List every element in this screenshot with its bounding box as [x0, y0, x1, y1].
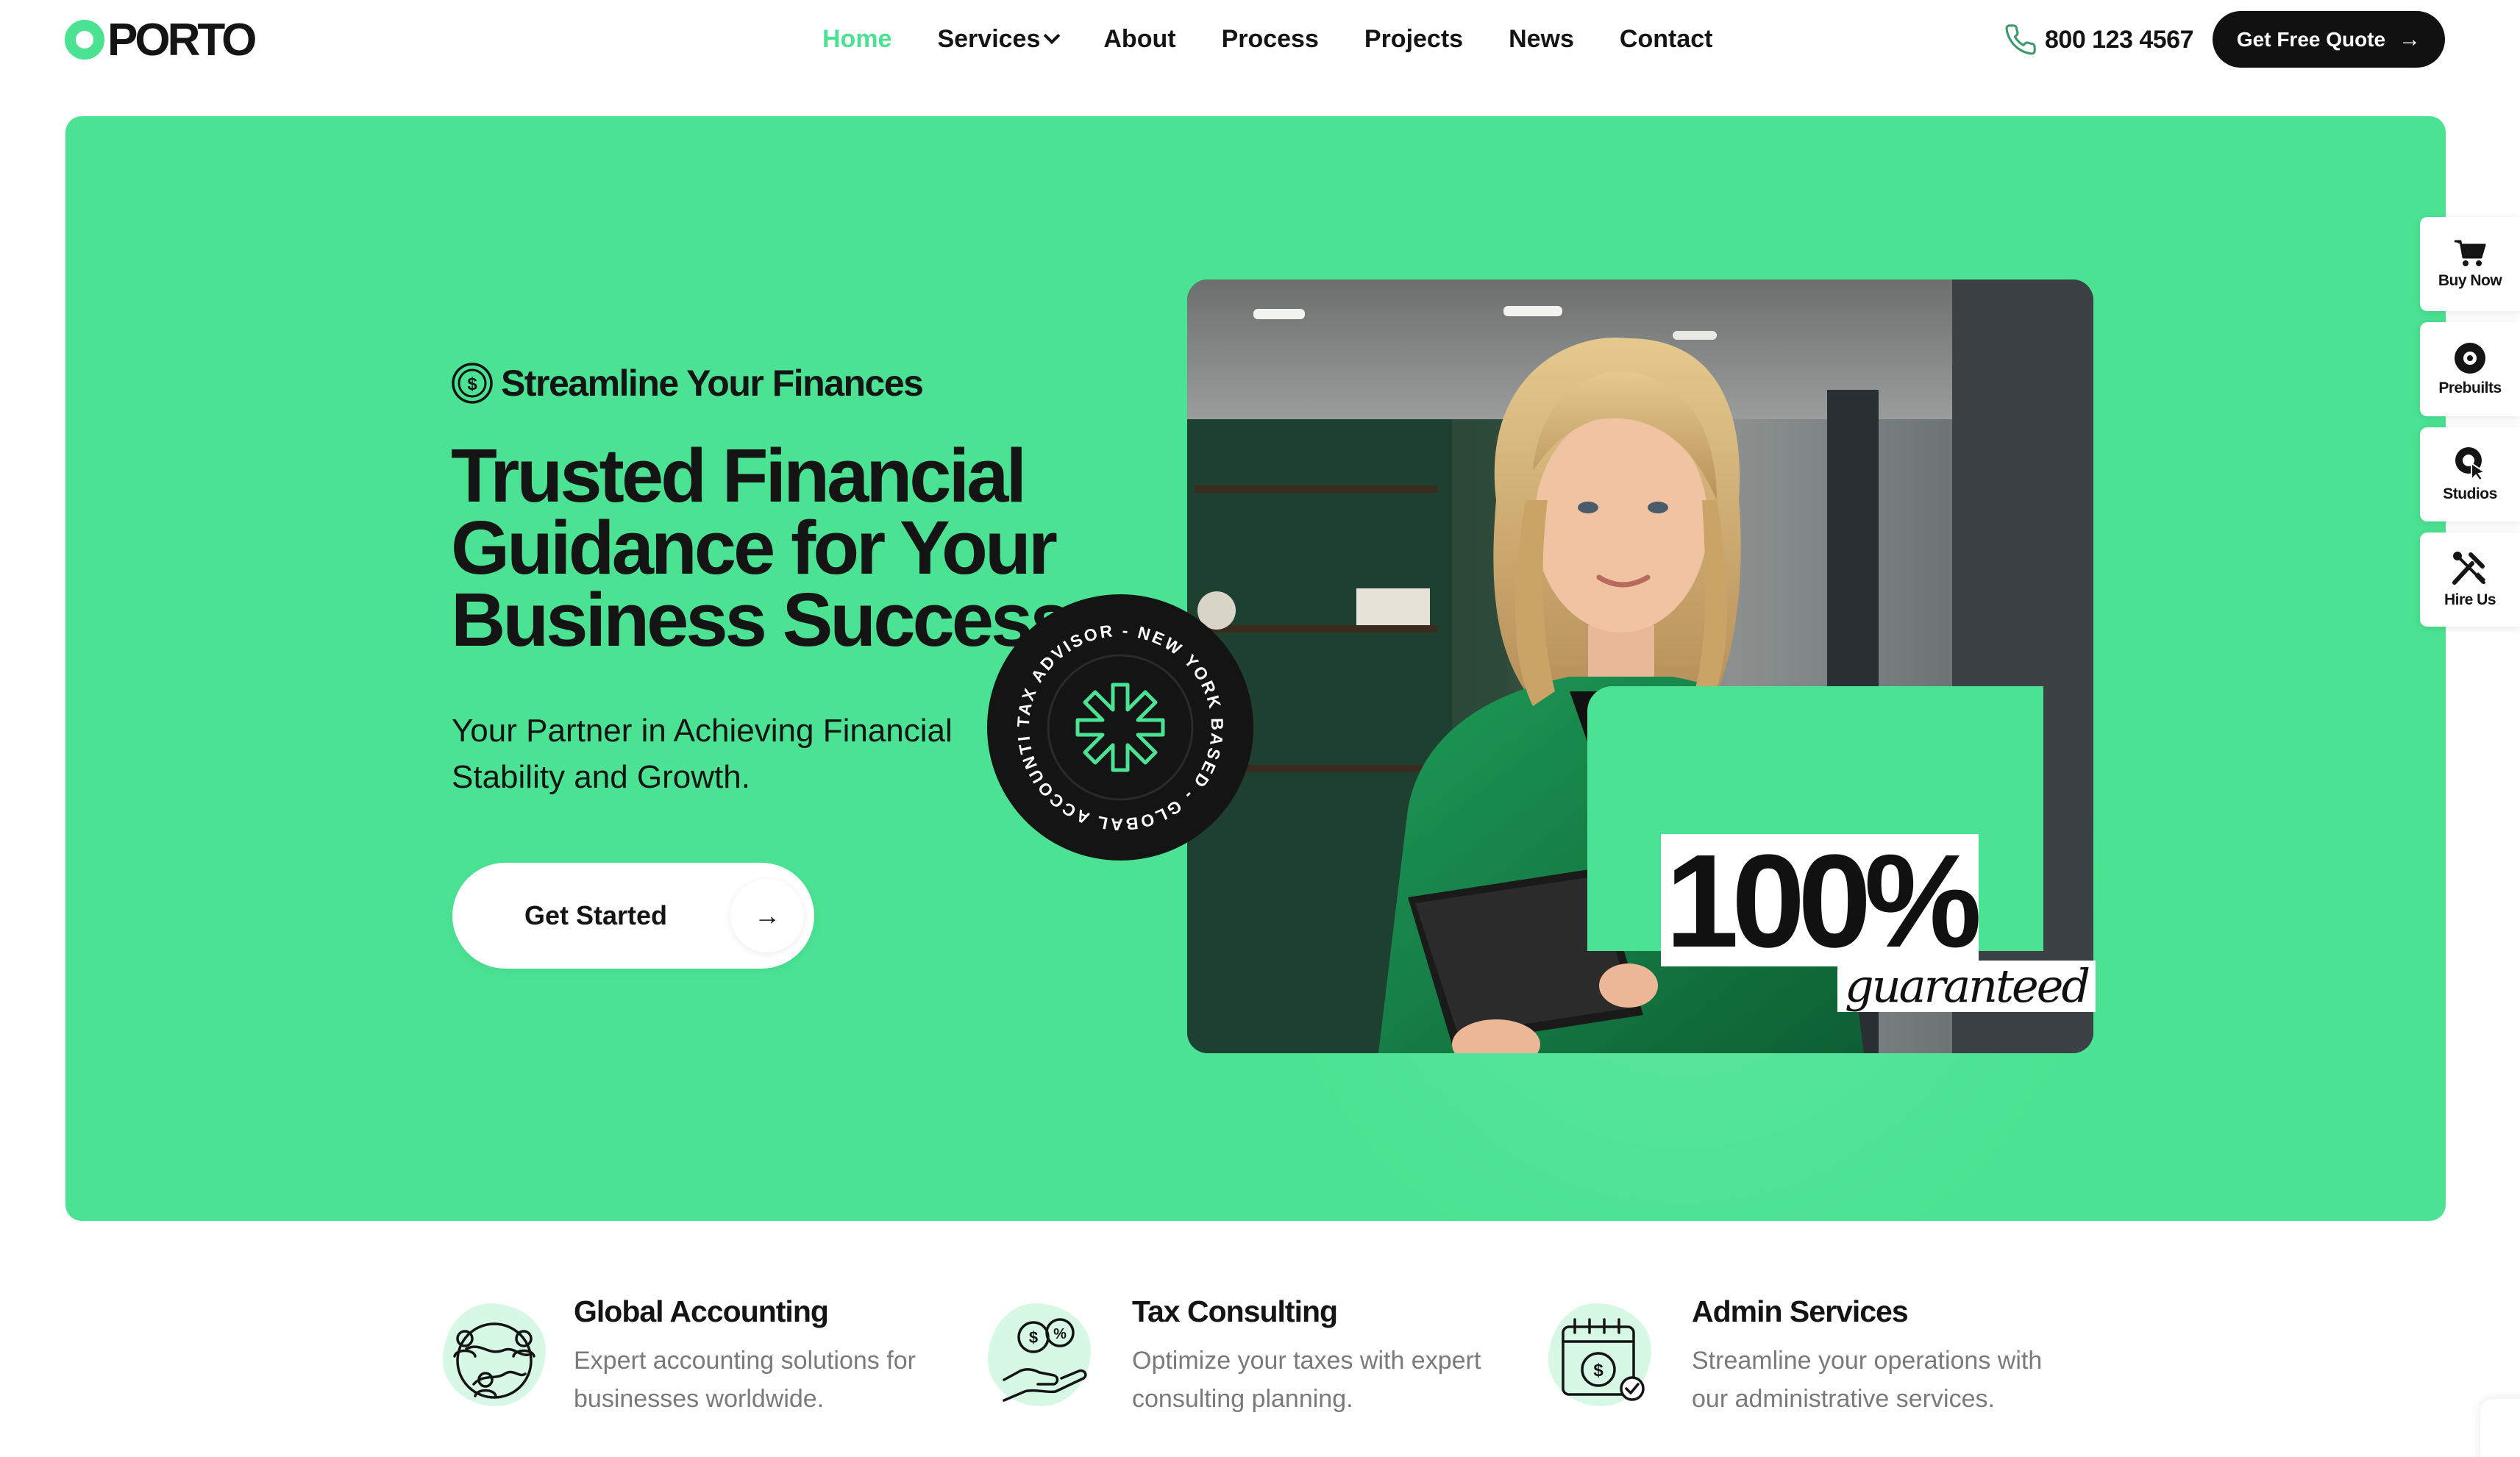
phone-link[interactable]: 800 123 4567 — [2004, 22, 2193, 57]
nav-label: Contact — [1619, 24, 1713, 53]
phone-number: 800 123 4567 — [2045, 25, 2193, 54]
stat-value: 100% — [1665, 834, 1979, 967]
stat-caption: guaranteed — [1837, 961, 2096, 1012]
feature-title: Tax Consulting — [1132, 1294, 1338, 1328]
side-item-label: Studios — [2443, 485, 2497, 502]
feature-desc: Optimize your taxes with expert consulti… — [1132, 1342, 1544, 1418]
logo-mark-icon — [65, 20, 104, 60]
cart-icon — [2455, 240, 2486, 266]
svg-text:$: $ — [1029, 1328, 1038, 1347]
side-item-hire-us[interactable]: Hire Us — [2420, 532, 2520, 627]
side-toolbar: Buy Now Prebuilts Studios Hire Us — [2420, 217, 2520, 638]
feature-desc-line: Expert accounting solutions for — [574, 1347, 916, 1375]
stat-value-box: 100% — [1661, 834, 1979, 966]
nav-item-projects[interactable]: Projects — [1364, 25, 1463, 54]
side-item-prebuilts[interactable]: Prebuilts — [2420, 322, 2520, 416]
feature-desc: Expert accounting solutions for business… — [574, 1342, 986, 1418]
headline-line: Trusted Financial — [451, 433, 1027, 518]
get-started-label: Get Started — [524, 900, 668, 930]
globe-people-icon — [437, 1297, 555, 1415]
hero-tagline: $ Streamline Your Finances — [451, 362, 924, 405]
nav-item-contact[interactable]: Contact — [1620, 25, 1713, 54]
feature-desc-line: Streamline your operations with — [1692, 1347, 2043, 1375]
subtext-line: Your Partner in Achieving Financial — [452, 713, 953, 749]
get-started-button[interactable]: Get Started → — [452, 863, 814, 969]
chevron-down-icon — [1044, 27, 1061, 45]
tagline-text: Streamline Your Finances — [501, 363, 924, 404]
main-nav: Home Services About Process Projects New… — [822, 22, 1758, 56]
phone-icon — [2005, 24, 2036, 55]
dollar-coin-icon: $ — [452, 363, 493, 404]
side-item-label: Hire Us — [2444, 591, 2496, 608]
nav-label: About — [1103, 24, 1176, 53]
site-header: PORTO Home Services About Process Projec… — [0, 0, 2520, 115]
nav-item-news[interactable]: News — [1509, 25, 1574, 54]
nav-label: Services — [937, 24, 1041, 53]
nav-item-process[interactable]: Process — [1222, 25, 1319, 54]
get-free-quote-button[interactable]: Get Free Quote → — [2213, 11, 2445, 68]
disc-icon — [2455, 343, 2485, 374]
nav-item-about[interactable]: About — [1103, 25, 1175, 54]
side-item-buy-now[interactable]: Buy Now — [2420, 217, 2520, 311]
nav-label: Projects — [1364, 24, 1464, 53]
nav-item-services[interactable]: Services — [937, 24, 1061, 54]
side-item-studios[interactable]: Studios — [2420, 427, 2520, 521]
subtext-line: Stability and Growth. — [452, 759, 750, 795]
logo-text: PORTO — [107, 14, 257, 65]
arrow-right-icon: → — [2399, 26, 2421, 51]
side-item-label: Buy Now — [2438, 272, 2502, 289]
feature-title: Admin Services — [1692, 1294, 1909, 1328]
feature-desc: Streamline your operations with our admi… — [1692, 1342, 2104, 1418]
feature-desc-line: consulting planning. — [1132, 1385, 1353, 1413]
nav-item-home[interactable]: Home — [822, 25, 891, 54]
tools-icon — [2452, 552, 2485, 585]
nav-label: Home — [822, 24, 892, 53]
svg-text:%: % — [1053, 1326, 1067, 1342]
feature-desc-line: our administrative services. — [1692, 1385, 1995, 1413]
side-item-label: Prebuilts — [2438, 380, 2502, 396]
feature-desc-line: Optimize your taxes with expert — [1132, 1347, 1481, 1375]
logo[interactable]: PORTO — [65, 14, 257, 65]
calendar-dollar-icon: $ — [1542, 1297, 1660, 1415]
feature-title: Global Accounting — [574, 1294, 829, 1328]
quote-button-label: Get Free Quote — [2236, 27, 2386, 51]
headline-line: Guidance for Your — [451, 505, 1058, 590]
floating-widget[interactable] — [2480, 1399, 2520, 1457]
hand-coins-icon: $ % — [982, 1297, 1100, 1415]
features-row: Global Accounting Expert accounting solu… — [0, 1280, 2520, 1457]
nav-label: News — [1509, 24, 1574, 53]
hero-section: $ Streamline Your Finances Trusted Finan… — [65, 116, 2446, 1221]
company-stamp: TAX ADVISOR - NEW YORK BASED - GLOBAL AC… — [987, 594, 1253, 861]
svg-text:$: $ — [467, 374, 477, 394]
feature-desc-line: businesses worldwide. — [574, 1385, 825, 1413]
nav-label: Process — [1221, 24, 1319, 53]
hero-subtext: Your Partner in Achieving Financial Stab… — [452, 708, 1055, 800]
svg-text:$: $ — [1593, 1361, 1604, 1381]
arrow-right-icon: → — [730, 879, 804, 952]
cursor-target-icon — [2455, 447, 2487, 481]
